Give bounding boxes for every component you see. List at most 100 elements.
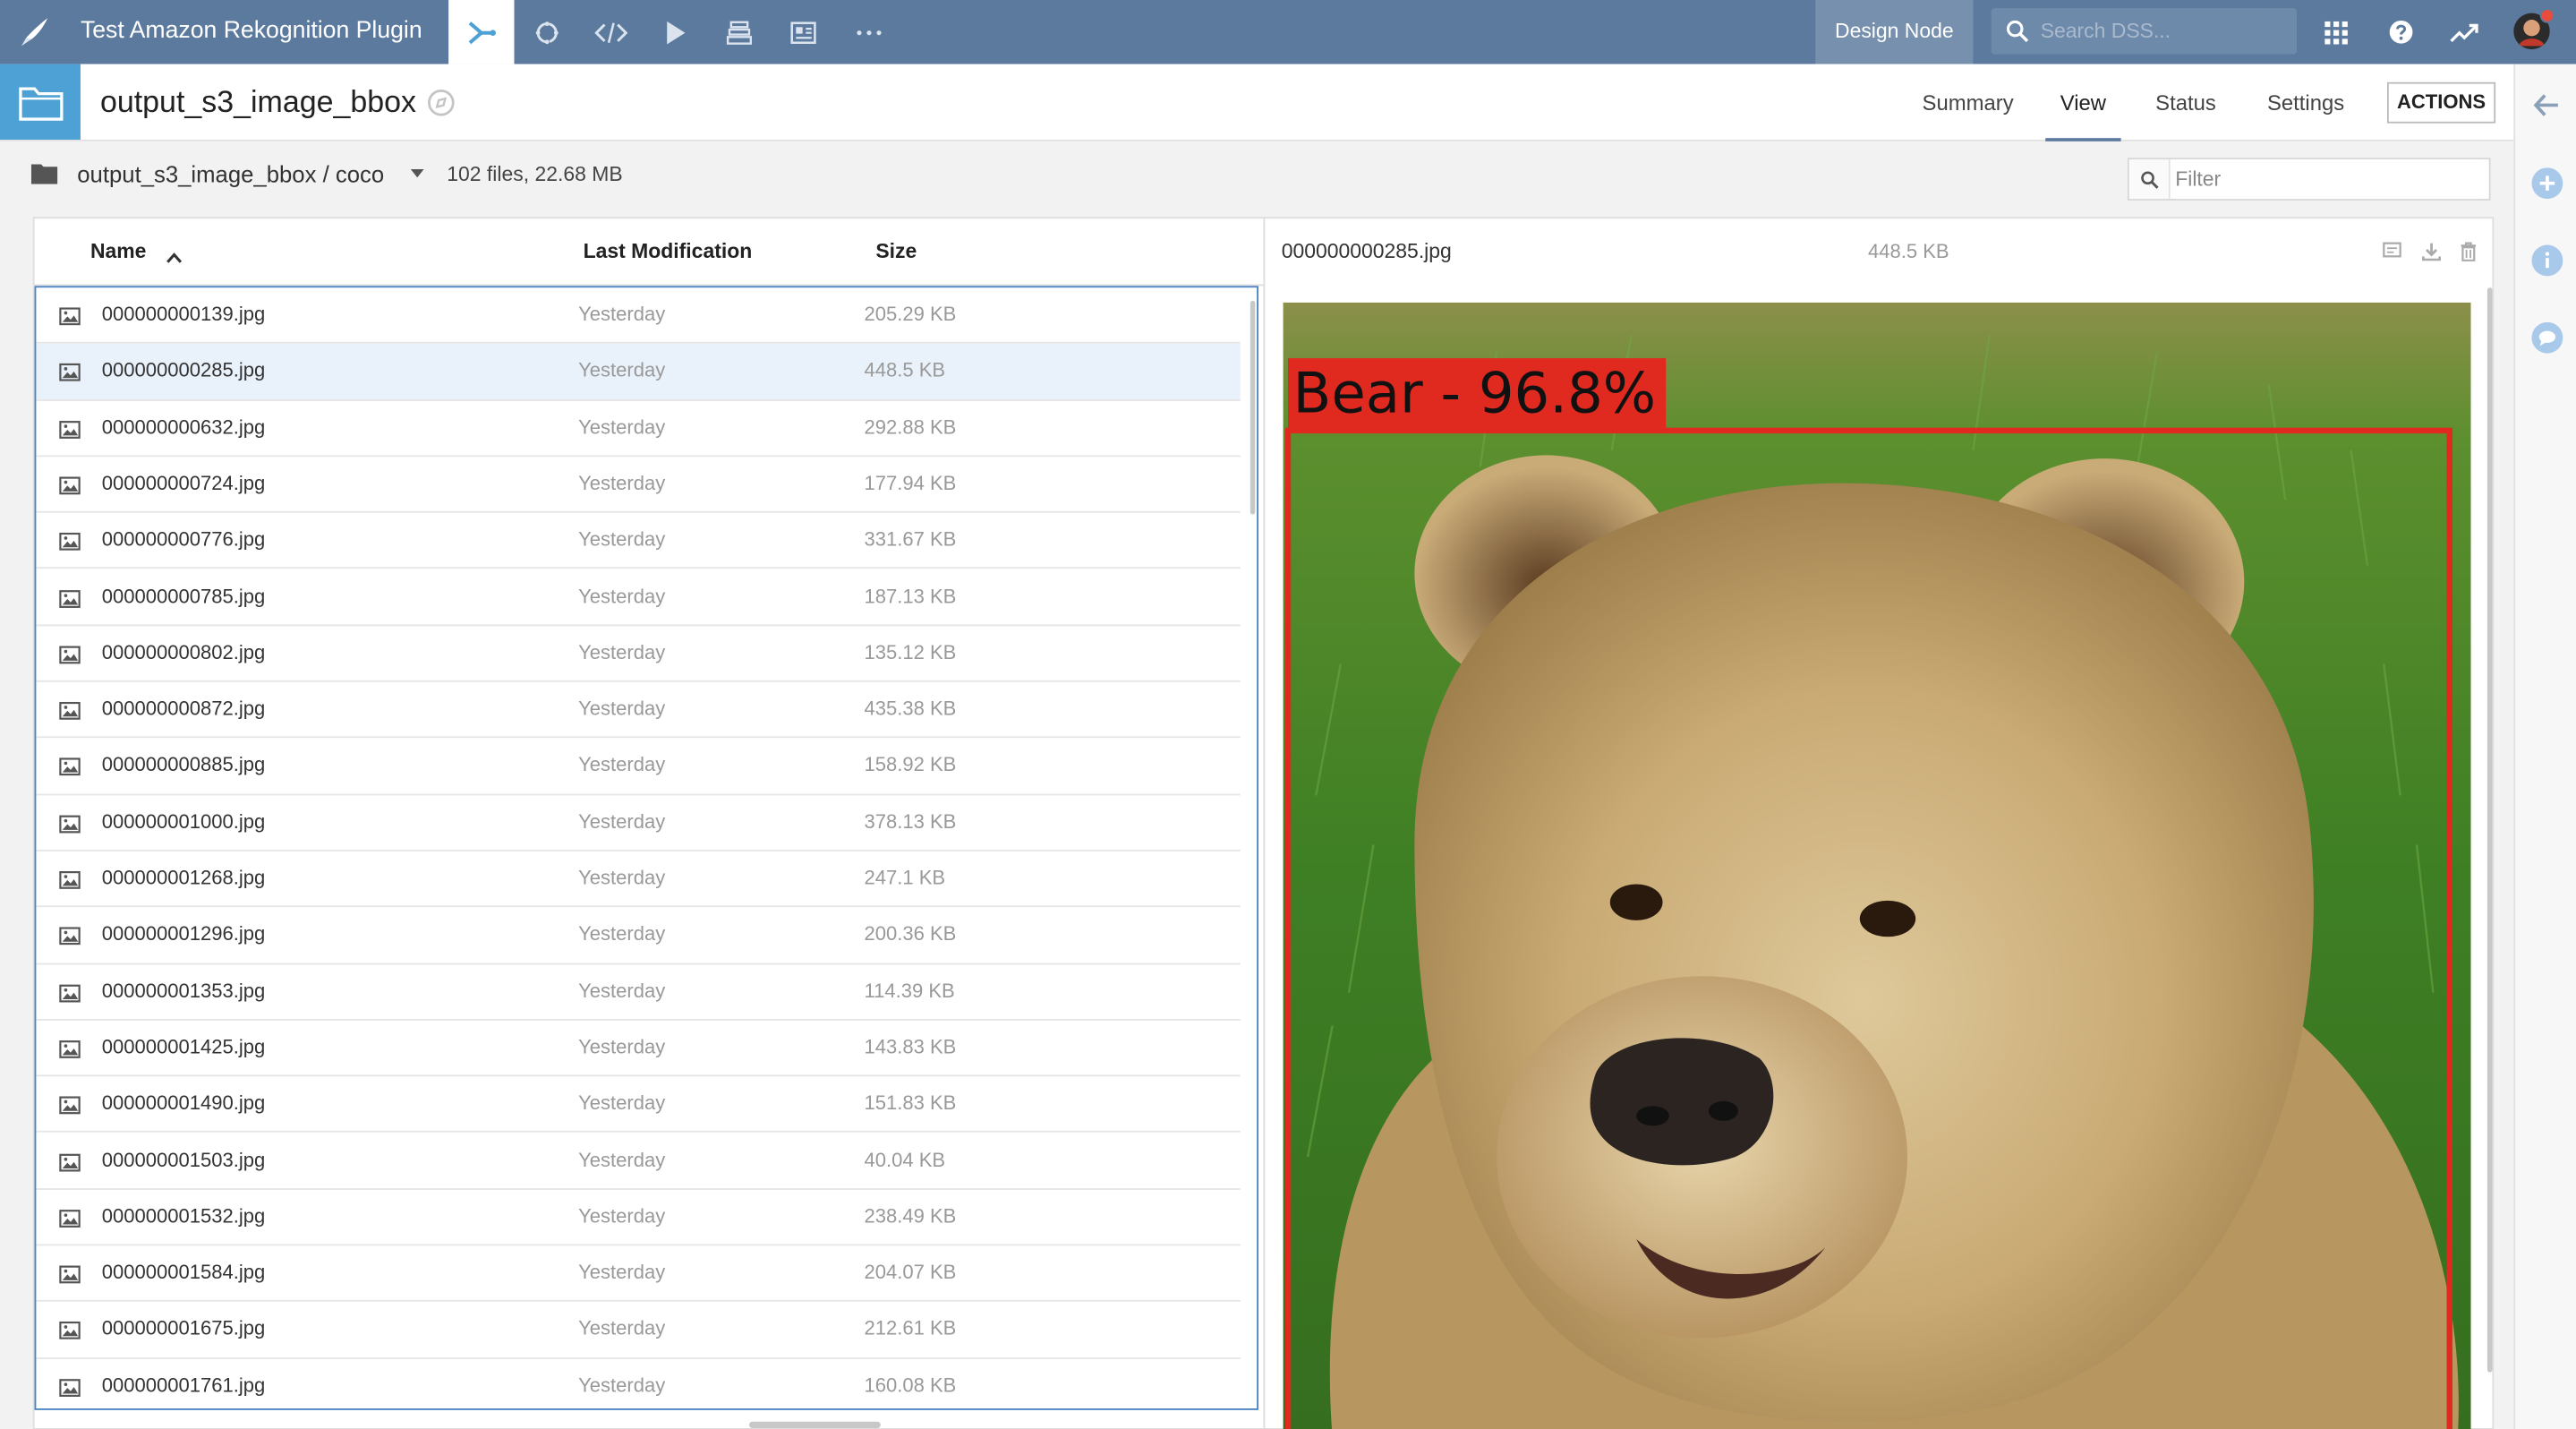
table-row[interactable]: 000000001490.jpg Yesterday 151.83 KB xyxy=(36,1077,1241,1134)
column-name[interactable]: Name xyxy=(90,218,146,286)
add-circle-icon[interactable] xyxy=(2530,166,2563,199)
tab-view[interactable]: View xyxy=(2045,64,2121,141)
search-icon xyxy=(2006,20,2029,43)
trend-icon[interactable] xyxy=(2433,0,2495,64)
file-modified: Yesterday xyxy=(578,302,666,326)
file-size: 247.1 KB xyxy=(864,866,946,890)
table-row[interactable]: 000000001000.jpg Yesterday 378.13 KB xyxy=(36,795,1241,851)
table-row[interactable]: 000000001425.jpg Yesterday 143.83 KB xyxy=(36,1021,1241,1077)
file-size: 205.29 KB xyxy=(864,302,957,326)
image-file-icon xyxy=(59,642,81,672)
tag-icon[interactable] xyxy=(427,89,455,124)
folder-path[interactable]: output_s3_image_bbox / coco xyxy=(77,141,384,207)
file-list-header: Name Last Modification Size xyxy=(34,218,1267,287)
dss-logo-icon[interactable] xyxy=(16,13,52,49)
table-row[interactable]: 000000000785.jpg Yesterday 187.13 KB xyxy=(36,569,1241,626)
file-modified: Yesterday xyxy=(578,1373,666,1397)
discussion-icon[interactable] xyxy=(2530,321,2563,354)
file-name: 000000000872.jpg xyxy=(101,697,266,721)
actions-button[interactable]: ACTIONS xyxy=(2386,81,2496,124)
design-node-badge[interactable]: Design Node xyxy=(1815,0,1974,64)
more-icon[interactable] xyxy=(836,0,900,64)
file-name: 000000000885.jpg xyxy=(101,753,266,777)
file-size: 448.5 KB xyxy=(864,358,946,382)
chevron-down-icon[interactable] xyxy=(410,169,424,178)
play-icon[interactable] xyxy=(643,0,707,64)
table-row[interactable]: 000000000885.jpg Yesterday 158.92 KB xyxy=(36,739,1241,795)
sort-ascending-icon[interactable] xyxy=(166,244,183,273)
table-row[interactable]: 000000000802.jpg Yesterday 135.12 KB xyxy=(36,626,1241,682)
tab-status[interactable]: Status xyxy=(2155,64,2216,141)
download-icon[interactable] xyxy=(2422,240,2442,270)
file-size: 238.49 KB xyxy=(864,1204,957,1228)
dashboard-icon[interactable] xyxy=(771,0,835,64)
file-modified: Yesterday xyxy=(578,1316,666,1340)
image-file-icon xyxy=(59,416,81,446)
file-name: 000000001268.jpg xyxy=(101,866,266,890)
file-modified: Yesterday xyxy=(578,1204,666,1228)
tab-settings[interactable]: Settings xyxy=(2267,64,2344,141)
file-size: 378.13 KB xyxy=(864,809,957,834)
image-file-icon xyxy=(59,529,81,559)
table-row[interactable]: 000000001296.jpg Yesterday 200.36 KB xyxy=(36,908,1241,964)
file-modified: Yesterday xyxy=(578,358,666,382)
preview-file-size: 448.5 KB xyxy=(1867,239,1949,263)
table-row[interactable]: 000000000285.jpg Yesterday 448.5 KB xyxy=(36,344,1241,401)
table-row[interactable]: 000000001503.jpg Yesterday 40.04 KB xyxy=(36,1134,1241,1190)
detection-image: Bear - 96.8% xyxy=(1283,302,2471,1429)
search-input[interactable] xyxy=(2040,8,2288,55)
preview-header: 000000000285.jpg 448.5 KB xyxy=(1265,218,2495,286)
table-row[interactable]: 000000001353.jpg Yesterday 114.39 KB xyxy=(36,964,1241,1021)
code-icon[interactable] xyxy=(578,0,643,64)
image-file-icon xyxy=(59,1206,81,1236)
table-row[interactable]: 000000000139.jpg Yesterday 205.29 KB xyxy=(36,287,1241,345)
back-arrow-icon[interactable] xyxy=(2530,89,2563,122)
table-row[interactable]: 000000000632.jpg Yesterday 292.88 KB xyxy=(36,400,1241,458)
table-row[interactable]: 000000001761.jpg Yesterday 160.08 KB xyxy=(36,1358,1240,1408)
image-file-icon xyxy=(59,1150,81,1179)
column-size[interactable]: Size xyxy=(875,218,917,286)
search-box[interactable] xyxy=(1991,8,2298,55)
info-circle-icon[interactable] xyxy=(2530,244,2563,277)
file-size: 435.38 KB xyxy=(864,697,957,721)
recycle-icon[interactable] xyxy=(515,0,579,64)
file-modified: Yesterday xyxy=(578,809,666,834)
table-row[interactable]: 000000001532.jpg Yesterday 238.49 KB xyxy=(36,1190,1241,1246)
filter-input[interactable] xyxy=(2175,159,2479,200)
vertical-scrollbar[interactable] xyxy=(1250,300,1256,515)
tab-summary[interactable]: Summary xyxy=(1923,64,2014,141)
column-last-modification[interactable]: Last Modification xyxy=(584,218,753,286)
folder-icon xyxy=(30,163,58,193)
file-modified: Yesterday xyxy=(578,922,666,946)
top-navbar: Test Amazon Rekognition Plugin Design No… xyxy=(0,0,2576,64)
open-preview-icon[interactable] xyxy=(2382,240,2401,270)
preview-scrollbar[interactable] xyxy=(2486,287,2493,1373)
app-window: Test Amazon Rekognition Plugin Design No… xyxy=(0,0,2576,1429)
trash-icon[interactable] xyxy=(2460,240,2478,270)
help-icon[interactable] xyxy=(2369,0,2432,64)
file-modified: Yesterday xyxy=(578,979,666,1002)
table-row[interactable]: 000000001268.jpg Yesterday 247.1 KB xyxy=(36,851,1241,908)
table-row[interactable]: 000000000776.jpg Yesterday 331.67 KB xyxy=(36,513,1241,569)
horizontal-scrollbar[interactable] xyxy=(748,1421,881,1429)
apps-grid-icon[interactable] xyxy=(2305,0,2367,64)
table-row[interactable]: 000000001675.jpg Yesterday 212.61 KB xyxy=(36,1302,1241,1359)
table-row[interactable]: 000000000724.jpg Yesterday 177.94 KB xyxy=(36,457,1241,514)
project-title[interactable]: Test Amazon Rekognition Plugin xyxy=(81,0,422,64)
file-name: 000000001503.jpg xyxy=(101,1148,266,1171)
table-row[interactable]: 000000000872.jpg Yesterday 435.38 KB xyxy=(36,682,1241,739)
image-file-icon xyxy=(59,473,81,502)
file-size: 200.36 KB xyxy=(864,922,957,946)
flow-nav-button[interactable] xyxy=(448,0,515,64)
file-name: 000000001296.jpg xyxy=(101,922,266,946)
bear-photo xyxy=(1283,302,2471,1429)
file-name: 000000000139.jpg xyxy=(101,302,266,326)
image-file-icon xyxy=(59,1037,81,1066)
table-row[interactable]: 000000001584.jpg Yesterday 204.07 KB xyxy=(36,1245,1241,1303)
image-file-icon xyxy=(59,980,81,1010)
file-name: 000000001000.jpg xyxy=(101,809,266,834)
image-file-icon xyxy=(59,924,81,954)
stack-icon[interactable] xyxy=(706,0,771,64)
image-file-icon xyxy=(59,586,81,615)
filter-box[interactable] xyxy=(2127,158,2491,201)
